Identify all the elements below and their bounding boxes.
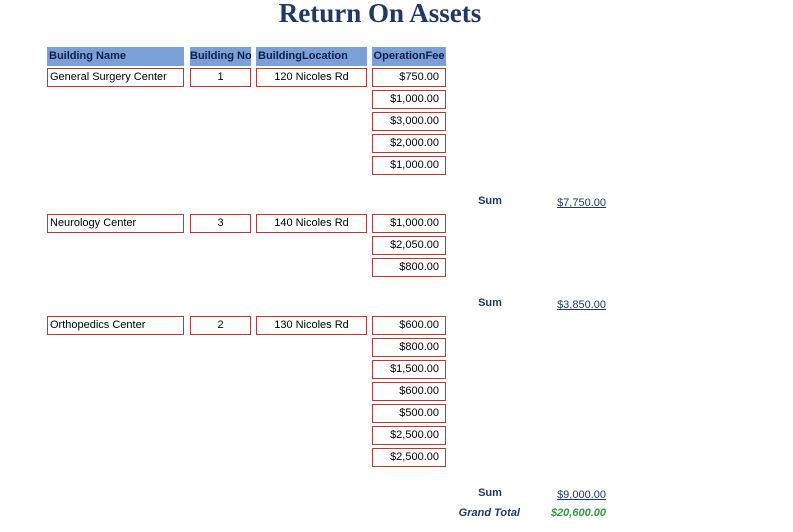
- building-location-cell: 140 Nicoles Rd: [256, 214, 367, 233]
- grand-total-value: $20,600.00: [550, 507, 606, 519]
- header-operation-fee: OperationFee: [372, 47, 446, 66]
- operation-fee-cell: $3,000.00: [372, 112, 446, 131]
- sum-value: $3,850.00: [557, 299, 606, 311]
- operation-fee-cell: $1,000.00: [372, 156, 446, 175]
- building-name-cell: Orthopedics Center: [47, 316, 184, 335]
- header-building-name: Building Name: [47, 47, 184, 66]
- building-no-cell: 3: [190, 214, 251, 233]
- building-location-cell: 120 Nicoles Rd: [256, 68, 367, 87]
- sum-value: $7,750.00: [557, 197, 606, 209]
- building-no-cell: 2: [190, 316, 251, 335]
- operation-fee-cell: $600.00: [372, 382, 446, 401]
- operation-fee-cell: $2,500.00: [372, 448, 446, 467]
- operation-fee-cell: $500.00: [372, 404, 446, 423]
- header-building-no: Building No: [190, 47, 251, 66]
- operation-fee-cell: $1,000.00: [372, 90, 446, 109]
- operation-fee-cell: $1,500.00: [372, 360, 446, 379]
- sum-label: Sum: [478, 487, 502, 499]
- operation-fee-cell: $2,050.00: [372, 236, 446, 255]
- report-title: Return On Assets: [278, 0, 482, 28]
- building-name-cell: Neurology Center: [47, 214, 184, 233]
- operation-fee-cell: $600.00: [372, 316, 446, 335]
- operation-fee-cell: $800.00: [372, 338, 446, 357]
- operation-fee-cell: $2,000.00: [372, 134, 446, 153]
- operation-fee-cell: $800.00: [372, 258, 446, 277]
- grand-total-label: Grand Total: [458, 507, 520, 519]
- operation-fee-cell: $2,500.00: [372, 426, 446, 445]
- sum-value: $9,000.00: [557, 489, 606, 501]
- building-no-cell: 1: [190, 68, 251, 87]
- sum-label: Sum: [478, 195, 502, 207]
- header-building-location: BuildingLocation: [256, 47, 367, 66]
- operation-fee-cell: $750.00: [372, 68, 446, 87]
- sum-label: Sum: [478, 297, 502, 309]
- building-name-cell: General Surgery Center: [47, 68, 184, 87]
- building-location-cell: 130 Nicoles Rd: [256, 316, 367, 335]
- operation-fee-cell: $1,000.00: [372, 214, 446, 233]
